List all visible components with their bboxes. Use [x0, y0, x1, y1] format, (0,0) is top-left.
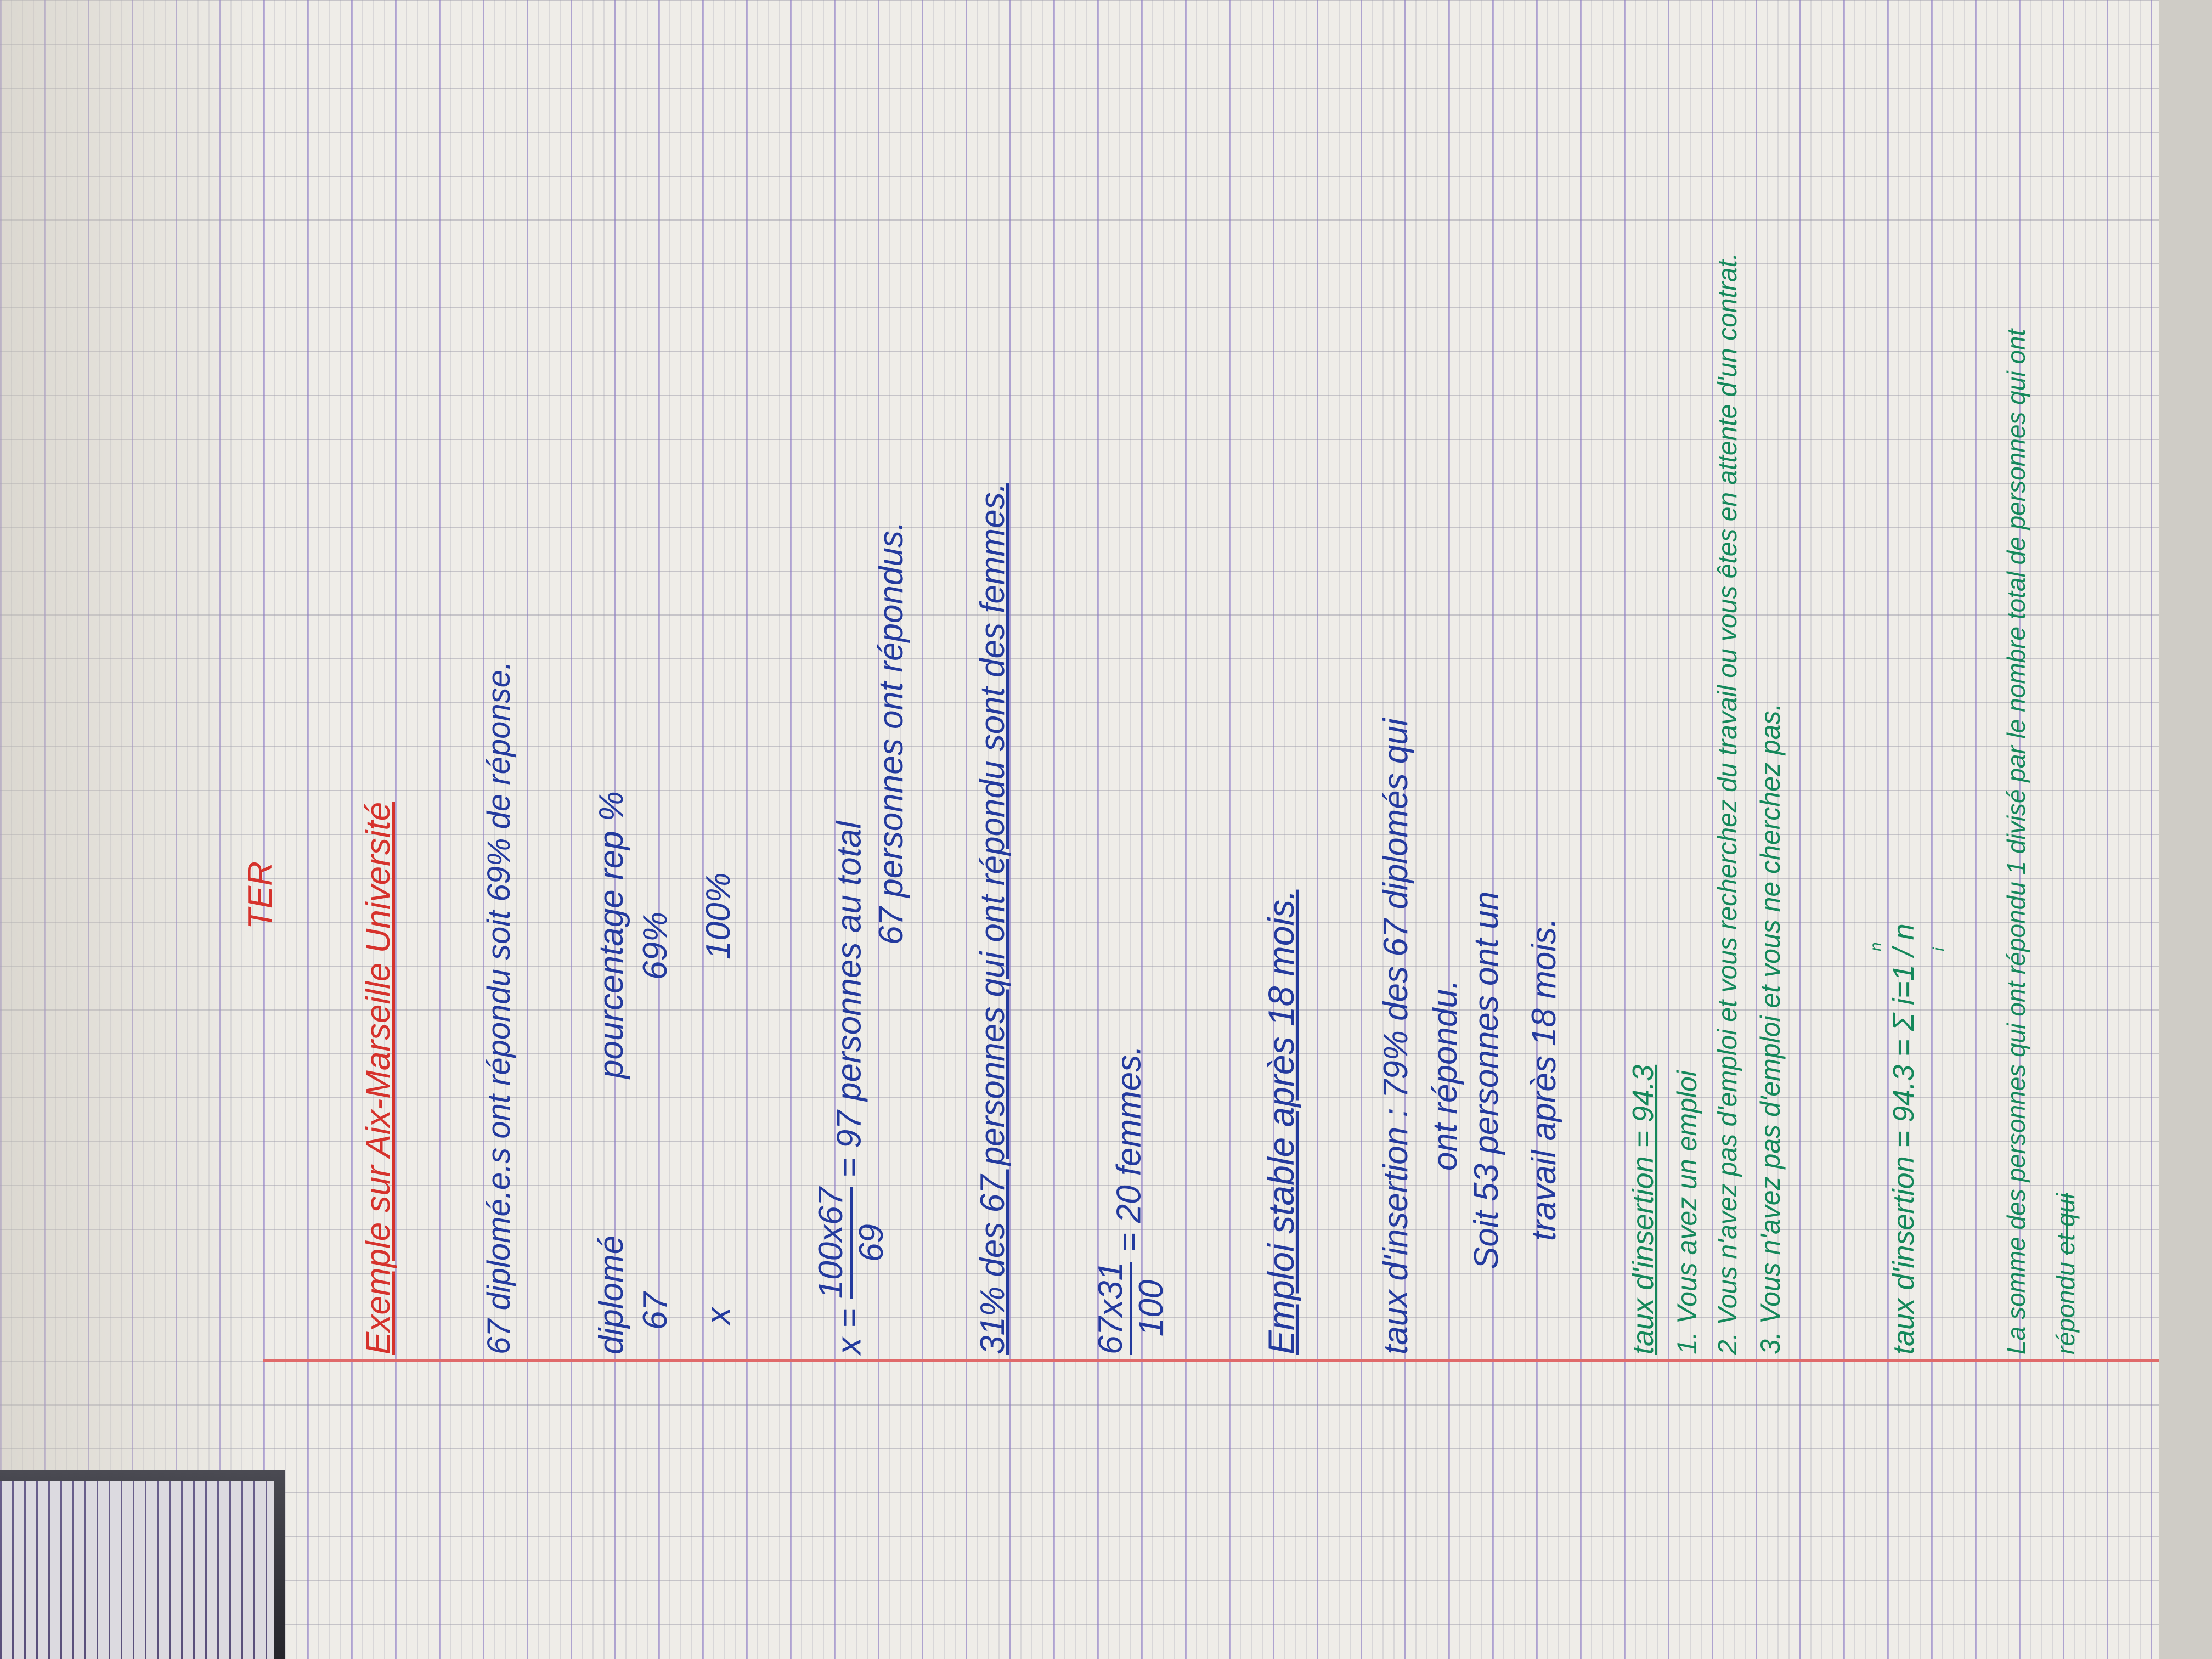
table-cell: 67	[636, 1292, 674, 1330]
green-item: 3. Vous n'avez pas d'emploi et vous ne c…	[1755, 703, 1786, 1355]
emploi-heading: Emploi stable après 18 mois.	[1261, 889, 1301, 1355]
sum-lower-bound: i	[1930, 947, 1948, 951]
numerator: 100x67	[812, 1187, 853, 1299]
green-taux: taux d'insertion = 94.3	[1627, 1064, 1660, 1355]
green-sentence-1: La somme des personnes qui ont répondu 1…	[2002, 329, 2030, 1355]
green-item: 1. Vous avez un emploi	[1672, 1070, 1702, 1355]
equals: =	[830, 1158, 868, 1178]
table-cell: 69%	[636, 911, 674, 980]
heading: Exemple sur Aix-Marseille Université	[359, 802, 397, 1355]
fraction: 100x67 69	[812, 1187, 891, 1299]
calc-women: 67x31 100 = 20 femmes.	[1092, 1046, 1171, 1355]
denominator: 100	[1132, 1279, 1170, 1337]
line-women: 31% des 67 personnes qui ont répondu son…	[974, 483, 1012, 1355]
table-cell: 100%	[699, 872, 737, 960]
green-sentence-2: répondu et qui	[2046, 1193, 2085, 1355]
handwritten-notes: TER Exemple sur Aix-Marseille Université…	[0, 0, 2212, 1659]
line-respondents: 67 diplomé.e.s ont répondu soit 69% de r…	[481, 661, 517, 1355]
page-title: TER	[241, 861, 279, 929]
sentence-text: répondu	[2051, 1262, 2080, 1355]
fraction: 67x31 100	[1092, 1262, 1171, 1355]
green-formula: taux d'insertion = 94.3 = Σ i=1 / n	[1884, 923, 1923, 1355]
insertion-line-3: Soit 53 personnes ont un	[1468, 891, 1505, 1269]
sum-upper-bound: n	[1867, 942, 1885, 951]
table-header-pourcentage: pourcentage rep %	[592, 791, 630, 1079]
calc-note: 67 personnes ont répondus.	[872, 521, 910, 945]
insertion-line-1: taux d'insertion : 79% des 67 diplomés q…	[1377, 718, 1415, 1355]
numerator: 67x31	[1092, 1262, 1132, 1355]
green-item: 2. Vous n'avez pas d'emploi et vous rech…	[1713, 252, 1742, 1355]
insertion-line-4: travail après 18 mois.	[1525, 917, 1563, 1241]
insertion-line-2: ont répondu.	[1426, 979, 1464, 1171]
calc-result: 97 personnes au total	[830, 821, 868, 1149]
formula-text: taux d'insertion = 94.3 = Σ i=1 / n	[1887, 923, 1920, 1355]
struck-text: et qui	[2051, 1193, 2080, 1255]
denominator: 69	[853, 1224, 890, 1262]
table-header-diplome: diplomé	[592, 1235, 630, 1355]
table-cell: x	[699, 1307, 737, 1324]
calc-lhs: x =	[830, 1308, 868, 1355]
calc-result: = 20 femmes.	[1110, 1045, 1148, 1252]
